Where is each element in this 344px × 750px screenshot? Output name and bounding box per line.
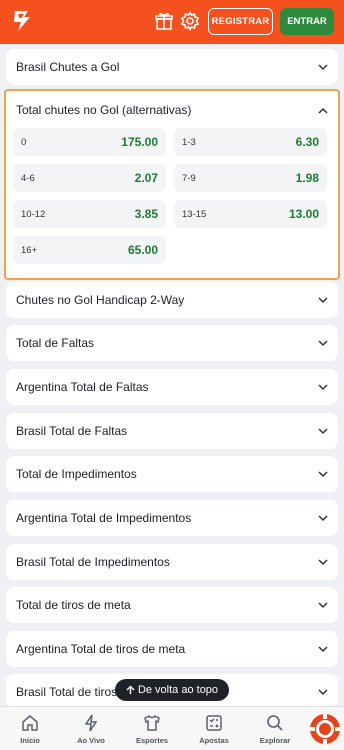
nav-item-apostas[interactable]: Apostas <box>184 707 244 750</box>
nav-item-esportes[interactable]: Esportes <box>122 707 182 750</box>
market-row[interactable]: Argentina Total de Impedimentos <box>6 500 338 536</box>
home-icon <box>22 715 38 731</box>
odds-button[interactable]: 0 175.00 <box>13 128 166 156</box>
gift-icon[interactable] <box>154 11 174 31</box>
nav-label: Início <box>20 736 40 745</box>
odds-value: 13.00 <box>288 207 319 221</box>
login-button[interactable]: ENTRAR <box>280 8 334 35</box>
chevron-down-icon <box>318 471 328 478</box>
market-row[interactable]: Brasil Total de Faltas <box>6 413 338 449</box>
market-row[interactable]: Argentina Total de Faltas <box>6 369 338 405</box>
back-to-top-button[interactable]: De volta ao topo <box>115 679 229 701</box>
chevron-up-icon[interactable] <box>318 107 328 115</box>
odds-label: 1-3 <box>182 136 196 148</box>
top-bar: REGISTRAR ENTRAR <box>0 0 344 44</box>
odds-button[interactable]: 16+ 65.00 <box>13 236 166 264</box>
chevron-down-icon <box>318 515 328 522</box>
odds-button[interactable]: 1-3 6.30 <box>174 128 327 156</box>
odds-value: 3.85 <box>134 207 158 221</box>
market-label: Brasil Total de Faltas <box>16 424 128 438</box>
market-title: Total chutes no Gol (alternativas) <box>16 103 192 117</box>
lightning-icon <box>84 714 98 732</box>
odds-button[interactable]: 4-6 2.07 <box>13 164 166 192</box>
arrow-up-icon <box>126 685 135 694</box>
odds-label: 4-6 <box>21 172 35 184</box>
market-row[interactable]: Total de tiros de meta <box>6 587 338 623</box>
brand-logo[interactable] <box>12 9 34 33</box>
market-label: Total de tiros de meta <box>16 598 131 612</box>
odds-value: 65.00 <box>127 243 158 257</box>
odds-label: 7-9 <box>182 172 196 184</box>
market-label: Argentina Total de Impedimentos <box>16 511 192 525</box>
market-label: Argentina Total de Faltas <box>16 380 149 394</box>
market-label: Argentina Total de tiros de meta <box>16 642 186 656</box>
nav-item-ao-vivo[interactable]: Ao Vivo <box>61 707 121 750</box>
chevron-down-icon <box>318 559 328 566</box>
market-label: Total de Impedimentos <box>16 467 137 481</box>
odds-button[interactable]: 10-12 3.85 <box>13 200 166 228</box>
market-row[interactable]: Brasil Total de Impedimentos <box>6 544 338 580</box>
market-row[interactable]: Chutes no Gol Handicap 2-Way <box>6 282 338 318</box>
market-row[interactable]: Total de Faltas <box>6 325 338 361</box>
chevron-down-icon <box>318 340 328 347</box>
back-to-top-label: De volta ao topo <box>137 684 219 696</box>
nav-label: Apostas <box>199 736 229 745</box>
odds-button[interactable]: 13-15 13.00 <box>174 200 327 228</box>
odds-label: 13-15 <box>182 208 207 220</box>
odds-value: 1.98 <box>295 171 319 185</box>
chevron-down-icon <box>318 689 328 696</box>
chevron-down-icon <box>318 646 328 653</box>
betslip-icon <box>206 715 222 731</box>
odds-button[interactable]: 7-9 1.98 <box>174 164 327 192</box>
nav-item-explorar[interactable]: Explorar <box>245 707 305 750</box>
odds-value: 175.00 <box>121 135 158 149</box>
odds-value: 6.30 <box>295 135 319 149</box>
gear-icon[interactable] <box>180 11 200 31</box>
market-label: Brasil Chutes a Gol <box>16 60 120 74</box>
nav-label: Explorar <box>259 736 291 745</box>
odds-value: 2.07 <box>134 171 158 185</box>
odds-label: 0 <box>21 136 27 148</box>
odds-label: 10-12 <box>21 208 46 220</box>
nav-label: Esportes <box>135 736 169 745</box>
nav-item-inicio[interactable]: Início <box>0 707 60 750</box>
chevron-down-icon <box>318 64 328 71</box>
bottom-nav: Início Ao Vivo Esportes Apostas Explorar <box>0 706 344 750</box>
chevron-down-icon <box>318 384 328 391</box>
market-label: Chutes no Gol Handicap 2-Way <box>16 293 185 307</box>
market-row[interactable]: Total de Impedimentos <box>6 456 338 492</box>
odds-label: 16+ <box>21 244 38 256</box>
shirt-icon <box>144 714 160 731</box>
market-total-chutes-no-gol-expanded: Total chutes no Gol (alternativas) 0 175… <box>4 89 340 280</box>
chevron-down-icon <box>318 428 328 435</box>
market-label: Total de Faltas <box>16 336 95 350</box>
register-button[interactable]: REGISTRAR <box>208 8 273 35</box>
market-label: Brasil Total de Impedimentos <box>16 555 170 569</box>
market-row[interactable]: Argentina Total de tiros de meta <box>6 631 338 667</box>
market-brasil-chutes-a-gol[interactable]: Brasil Chutes a Gol <box>6 49 338 85</box>
search-icon <box>267 715 283 731</box>
casino-chip-icon[interactable] <box>309 713 341 745</box>
chevron-down-icon <box>318 602 328 609</box>
chevron-down-icon <box>318 297 328 304</box>
nav-label: Ao Vivo <box>77 736 105 745</box>
